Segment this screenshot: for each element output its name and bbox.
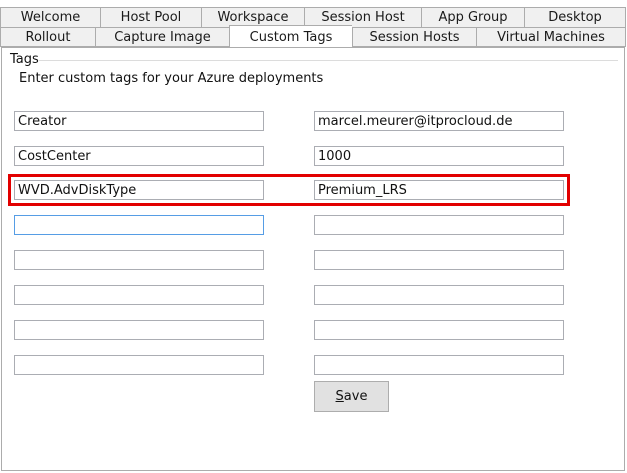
tag-value-field[interactable]: [314, 285, 564, 305]
groupbox-border: [38, 60, 618, 61]
tab-host-pool[interactable]: Host Pool: [100, 7, 201, 27]
tag-key-field[interactable]: [14, 250, 264, 270]
tag-value-field[interactable]: [314, 355, 564, 375]
tag-key-field[interactable]: [14, 180, 264, 200]
tag-value-field[interactable]: [314, 320, 564, 340]
groupbox-title: Tags: [10, 52, 39, 67]
tag-value-field[interactable]: [314, 250, 564, 270]
tab-rollout[interactable]: Rollout: [0, 27, 95, 47]
save-label: ave: [343, 389, 368, 404]
tab-session-host[interactable]: Session Host: [304, 7, 421, 27]
tag-key-field[interactable]: [14, 146, 264, 166]
tag-key-field[interactable]: [14, 215, 264, 235]
tab-app-group[interactable]: App Group: [421, 7, 524, 27]
tab-custom-tags[interactable]: Custom Tags: [229, 25, 352, 48]
tag-value-field[interactable]: [314, 146, 564, 166]
tag-value-field[interactable]: [314, 180, 564, 200]
tab-row-bottom: Rollout Capture Image Custom Tags Sessio…: [0, 25, 626, 48]
tag-value-field[interactable]: [314, 111, 564, 131]
save-accelerator: S: [335, 389, 344, 404]
tag-key-field[interactable]: [14, 111, 264, 131]
custom-tags-window: Welcome Host Pool Workspace Session Host…: [0, 0, 627, 473]
tag-key-field[interactable]: [14, 320, 264, 340]
tag-key-field[interactable]: [14, 285, 264, 305]
save-button[interactable]: Save: [314, 381, 389, 412]
tab-workspace[interactable]: Workspace: [201, 7, 304, 27]
tab-row-top: Welcome Host Pool Workspace Session Host…: [0, 7, 626, 27]
tab-desktop[interactable]: Desktop: [524, 7, 626, 27]
tag-value-field[interactable]: [314, 215, 564, 235]
tag-key-field[interactable]: [14, 355, 264, 375]
tab-virtual-machines[interactable]: Virtual Machines: [476, 27, 626, 47]
tab-welcome[interactable]: Welcome: [0, 7, 100, 27]
tab-capture-image[interactable]: Capture Image: [95, 27, 229, 47]
instructions-text: Enter custom tags for your Azure deploym…: [19, 71, 324, 86]
tab-session-hosts[interactable]: Session Hosts: [352, 27, 476, 47]
